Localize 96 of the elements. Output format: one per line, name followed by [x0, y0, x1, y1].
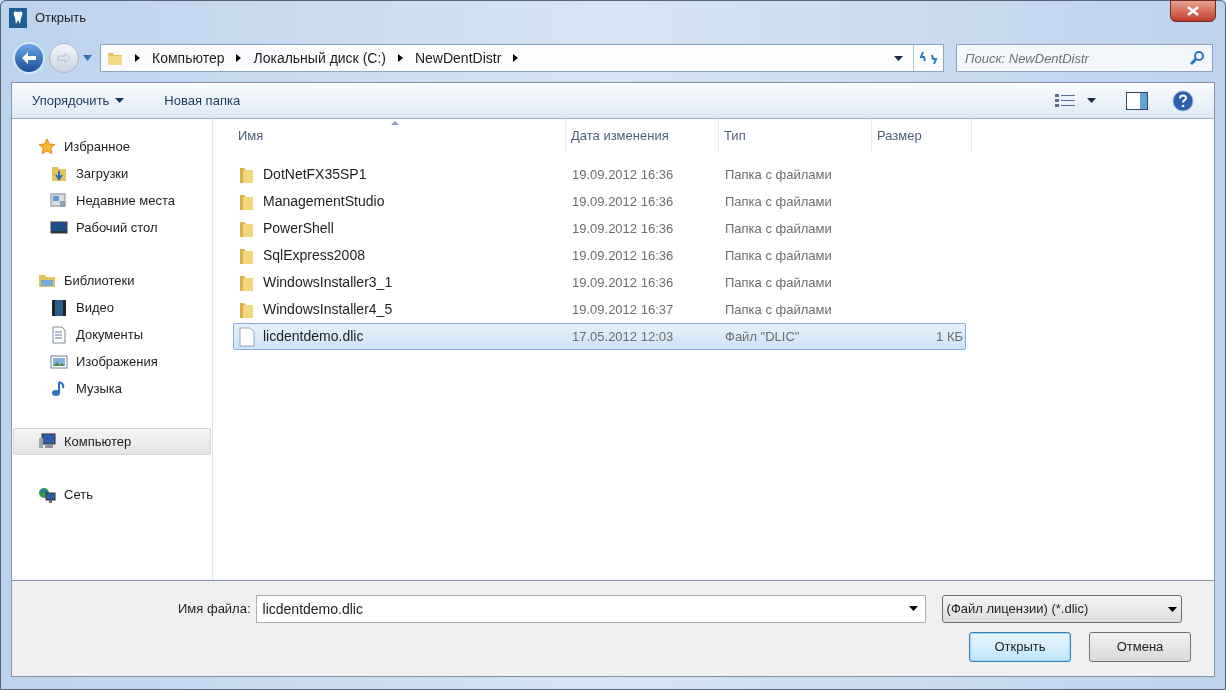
sidebar-item[interactable]: Видео	[13, 294, 211, 321]
file-row[interactable]: DotNetFX35SP1 19.09.2012 16:36 Папка с файлами	[233, 161, 966, 188]
breadcrumb-item[interactable]: NewDentDistr	[414, 47, 502, 69]
date-modified: 19.09.2012 16:36	[572, 247, 674, 263]
chevron-right-icon[interactable]	[236, 54, 242, 62]
file-type-dropdown[interactable]: (Файл лицензии) (*.dlic)	[941, 595, 1182, 623]
dropdown-arrow-icon	[1167, 606, 1177, 612]
column-header[interactable]: Тип	[719, 119, 872, 153]
cancel-button[interactable]: Отмена	[1089, 632, 1191, 662]
file-type: Папка с файлами	[725, 274, 832, 290]
back-arrow-icon	[21, 51, 37, 65]
file-name: WindowsInstaller3_1	[263, 273, 393, 292]
file-row[interactable]: WindowsInstaller3_1 19.09.2012 16:36 Папка с файлами	[233, 269, 966, 296]
star-icon	[38, 137, 56, 156]
sidebar-item[interactable]: Загрузки	[13, 160, 211, 187]
file-type: Папка с файлами	[725, 166, 832, 182]
date-modified: 17.05.2012 12:03	[572, 328, 674, 344]
column-header[interactable]: Размер	[872, 119, 972, 153]
organize-menu[interactable]: Упорядочить	[32, 90, 125, 111]
date-modified: 19.09.2012 16:36	[572, 220, 674, 236]
file-type: Папка с файлами	[725, 247, 832, 263]
folder-icon	[239, 300, 255, 319]
search-field[interactable]: Поиск: NewDentDistr	[956, 44, 1213, 72]
film-icon	[50, 298, 68, 317]
file-row[interactable]: SqlExpress2008 19.09.2012 16:36 Папка с файлами	[233, 242, 966, 269]
file-type: Папка с файлами	[725, 193, 832, 209]
sidebar-item[interactable]: Сеть	[13, 481, 211, 508]
address-bar[interactable]: Компьютер Локальный диск (C:) NewDentDistr	[100, 44, 944, 72]
folder-icon	[239, 165, 255, 184]
sidebar-item[interactable]: Библиотеки	[13, 267, 211, 294]
recent-places-icon	[50, 191, 68, 210]
column-header[interactable]: Имя	[233, 119, 566, 153]
sort-arrow-icon	[391, 121, 399, 125]
filename-label: Имя файла:	[178, 600, 251, 619]
file-row[interactable]: WindowsInstaller4_5 19.09.2012 16:37 Папка с файлами	[233, 296, 966, 323]
sidebar-item[interactable]: Избранное	[13, 133, 211, 160]
search-icon[interactable]	[1190, 50, 1205, 65]
network-icon	[38, 485, 56, 504]
document-icon	[50, 325, 68, 344]
chevron-right-icon[interactable]	[397, 54, 403, 62]
open-button[interactable]: Открыть	[969, 632, 1071, 662]
close-button[interactable]	[1170, 0, 1216, 22]
column-header[interactable]: Дата изменения	[566, 119, 719, 153]
refresh-icon	[919, 50, 938, 66]
forward-arrow-icon	[57, 52, 71, 64]
caret-icon	[115, 98, 125, 103]
sidebar-item[interactable]: Изображения	[13, 348, 211, 375]
dropdown-arrow-icon[interactable]	[1087, 98, 1096, 103]
preview-pane-icon[interactable]	[1126, 91, 1148, 110]
folder-icon	[239, 246, 255, 265]
back-button[interactable]	[13, 42, 45, 74]
file-type: Папка с файлами	[725, 301, 832, 317]
date-modified: 19.09.2012 16:36	[572, 274, 674, 290]
file-type: Папка с файлами	[725, 220, 832, 236]
help-icon[interactable]	[1172, 89, 1194, 112]
file-name: SqlExpress2008	[263, 246, 365, 265]
breadcrumb-item[interactable]: Локальный диск (C:)	[253, 47, 386, 69]
dropdown-arrow-icon[interactable]	[908, 606, 918, 611]
sidebar-item[interactable]: Музыка	[13, 375, 211, 402]
file-name: licdentdemo.dlic	[263, 327, 364, 346]
file-name: WindowsInstaller4_5	[263, 300, 393, 319]
sidebar-item[interactable]: Компьютер	[13, 428, 211, 455]
close-icon	[1187, 6, 1199, 16]
chevron-right-icon[interactable]	[135, 54, 140, 62]
file-name: ManagementStudio	[263, 192, 385, 211]
picture-icon	[50, 352, 68, 371]
file-type: Файл "DLIC"	[725, 328, 800, 344]
app-icon	[9, 7, 27, 28]
desktop-icon	[50, 218, 68, 237]
new-folder-button[interactable]: Новая папка	[164, 90, 241, 111]
folder-icon	[107, 50, 123, 66]
date-modified: 19.09.2012 16:37	[572, 301, 674, 317]
file-name: DotNetFX35SP1	[263, 165, 367, 184]
filename-field[interactable]: licdentdemo.dlic	[255, 595, 926, 623]
download-folder-icon	[50, 164, 68, 183]
computer-icon	[38, 432, 56, 451]
dropdown-arrow-icon[interactable]	[894, 55, 903, 61]
folder-icon	[239, 192, 255, 211]
file-row[interactable]: PowerShell 19.09.2012 16:36 Папка с файлами	[233, 215, 966, 242]
file-size: 1 КБ	[936, 328, 963, 344]
sidebar-item[interactable]: Документы	[13, 321, 211, 348]
date-modified: 19.09.2012 16:36	[572, 166, 674, 182]
breadcrumb-item[interactable]: Компьютер	[152, 47, 225, 69]
chevron-right-icon[interactable]	[513, 54, 519, 62]
history-dropdown-icon[interactable]	[83, 55, 92, 61]
view-options-icon[interactable]	[1055, 93, 1075, 108]
folder-icon	[239, 273, 255, 292]
file-row[interactable]: licdentdemo.dlic 17.05.2012 12:03 Файл "DLIC" 1 КБ	[233, 323, 966, 350]
file-icon	[239, 326, 255, 347]
file-row[interactable]: ManagementStudio 19.09.2012 16:36 Папка с файлами	[233, 188, 966, 215]
window-title: Открыть	[35, 8, 87, 27]
sidebar-item[interactable]: Недавние места	[13, 187, 211, 214]
folder-icon	[239, 219, 255, 238]
sidebar-item[interactable]: Рабочий стол	[13, 214, 211, 241]
file-name: PowerShell	[263, 219, 334, 238]
date-modified: 19.09.2012 16:36	[572, 193, 674, 209]
